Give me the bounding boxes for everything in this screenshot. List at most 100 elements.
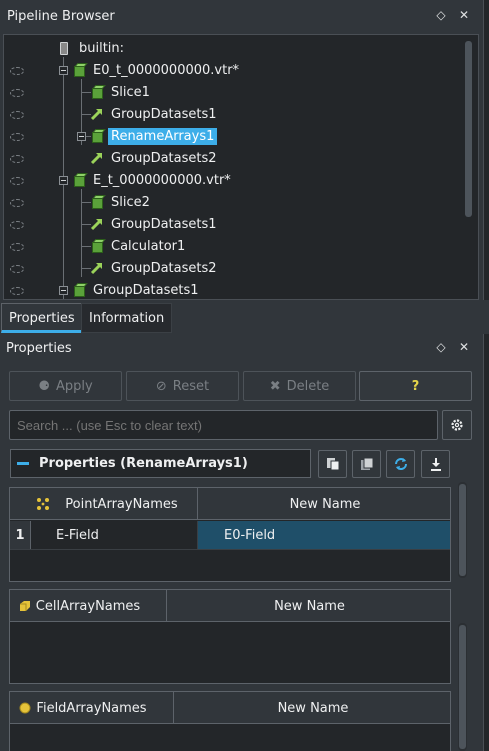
table-scrollbar[interactable] <box>458 623 467 751</box>
window-edge <box>483 582 489 751</box>
tree-item-label: Slice1 <box>111 84 150 100</box>
data-cube-icon <box>72 283 88 297</box>
column-header-new-name[interactable]: New Name <box>198 488 450 520</box>
column-header-label: FieldArrayNames <box>36 700 147 716</box>
data-cube-icon <box>90 239 106 253</box>
download-icon <box>430 458 441 471</box>
pipeline-browser-titlebar: Pipeline Browser ◇ ✕ <box>0 0 483 34</box>
tree-item-label: RenameArrays1 <box>108 127 218 145</box>
close-panel-icon[interactable]: ✕ <box>457 340 471 354</box>
tree-item-filter[interactable]: Slice1 <box>90 81 153 103</box>
tree-item-filter[interactable]: Calculator1 <box>90 235 188 257</box>
help-button[interactable]: ? <box>359 371 472 401</box>
column-header-new-name[interactable]: New Name <box>174 692 450 724</box>
window-edge <box>483 334 489 582</box>
reset-button[interactable]: ⊘ Reset <box>126 371 239 401</box>
tree-item-filter[interactable]: GroupDatasets1 <box>72 279 202 299</box>
data-cube-icon <box>90 129 106 143</box>
eye-icon[interactable] <box>10 89 24 97</box>
eye-icon[interactable] <box>10 111 24 119</box>
data-cube-icon <box>90 195 106 209</box>
column-header-label: CellArrayNames <box>35 598 141 614</box>
reload-button[interactable] <box>386 450 415 478</box>
row-number[interactable]: 1 <box>10 521 31 549</box>
eye-icon[interactable] <box>10 265 24 273</box>
pipeline-browser-title: Pipeline Browser <box>7 9 115 24</box>
column-header-field-array-names[interactable]: FieldArrayNames <box>10 692 174 724</box>
vertical-scrollbar[interactable] <box>465 41 472 217</box>
column-header-new-name[interactable]: New Name <box>167 590 450 622</box>
delete-button[interactable]: ✖ Delete <box>243 371 356 401</box>
tree-item-filter[interactable]: Slice2 <box>90 191 153 213</box>
close-panel-icon[interactable]: ✕ <box>457 8 471 22</box>
cell-data-icon <box>20 601 30 611</box>
apply-button[interactable]: ⚈ Apply <box>9 371 122 401</box>
tree-item-filter-selected[interactable]: RenameArrays1 <box>90 125 218 147</box>
filter-arrow-icon <box>90 262 103 275</box>
table-scrollbar[interactable] <box>458 482 467 578</box>
tree-item-label: GroupDatasets1 <box>93 282 199 298</box>
copy-icon <box>326 458 339 471</box>
tab-information[interactable]: Information <box>81 303 173 333</box>
copy-button[interactable] <box>318 450 347 478</box>
table-cell-array-name[interactable]: E-Field <box>31 521 198 549</box>
tree-item-filter[interactable]: GroupDatasets2 <box>90 257 220 279</box>
properties-section-header[interactable]: Properties (RenameArrays1) <box>10 449 311 478</box>
paste-icon <box>360 457 373 470</box>
server-icon <box>58 41 68 55</box>
row-divider <box>10 549 450 550</box>
eye-icon[interactable] <box>10 287 24 295</box>
collapse-toggle[interactable] <box>59 176 68 185</box>
eye-icon[interactable] <box>10 133 24 141</box>
tree-item-source[interactable]: E0_t_0000000000.vtr* <box>72 59 242 81</box>
tab-properties[interactable]: Properties <box>1 303 83 333</box>
eye-icon[interactable] <box>10 155 24 163</box>
tree-item-builtin[interactable]: builtin: <box>58 37 127 59</box>
cell-array-names-table[interactable]: CellArrayNames New Name <box>9 589 451 684</box>
collapse-toggle[interactable] <box>77 132 86 141</box>
data-cube-icon <box>90 85 106 99</box>
save-defaults-button[interactable] <box>421 450 450 478</box>
eye-icon[interactable] <box>10 221 24 229</box>
reset-button-label: Reset <box>172 378 210 394</box>
table-cell-new-name[interactable]: E0-Field <box>198 521 450 549</box>
float-panel-icon[interactable]: ◇ <box>434 8 448 22</box>
tree-item-filter[interactable]: GroupDatasets1 <box>90 103 220 125</box>
gear-icon <box>451 419 463 431</box>
section-title: Properties (RenameArrays1) <box>39 456 248 471</box>
point-array-names-table[interactable]: PointArrayNames New Name 1 E-Field E0-Fi… <box>9 487 451 582</box>
data-cube-icon <box>72 63 88 77</box>
field-array-names-table[interactable]: FieldArrayNames New Name <box>9 691 451 751</box>
eye-icon[interactable] <box>10 177 24 185</box>
tree-item-filter[interactable]: GroupDatasets1 <box>90 213 220 235</box>
collapse-toggle[interactable] <box>59 66 68 75</box>
paste-button[interactable] <box>352 450 381 478</box>
column-header-label: New Name <box>289 496 361 512</box>
tree-item-label: Slice2 <box>111 194 150 210</box>
reload-icon <box>394 458 407 470</box>
column-header-cell-array-names[interactable]: CellArrayNames <box>10 590 167 622</box>
point-data-icon <box>37 498 49 510</box>
tree-item-label: GroupDatasets1 <box>111 106 217 122</box>
column-header-label: New Name <box>277 700 349 716</box>
column-header-label: New Name <box>274 598 345 614</box>
panel-tabbar: Properties Information <box>0 303 489 333</box>
delete-icon: ✖ <box>269 378 281 394</box>
tree-item-label: E0_t_0000000000.vtr* <box>93 62 240 78</box>
apply-button-label: Apply <box>55 378 93 394</box>
advanced-settings-button[interactable] <box>442 410 472 440</box>
eye-icon[interactable] <box>10 67 24 75</box>
filter-arrow-icon <box>90 108 103 121</box>
eye-icon[interactable] <box>10 199 24 207</box>
search-input[interactable] <box>9 410 438 440</box>
column-header-point-array-names[interactable]: PointArrayNames <box>10 488 198 520</box>
collapse-toggle[interactable] <box>59 286 68 295</box>
apply-icon: ⚈ <box>38 378 50 394</box>
tree-item-filter[interactable]: GroupDatasets2 <box>90 147 220 169</box>
reset-icon: ⊘ <box>155 378 167 394</box>
float-panel-icon[interactable]: ◇ <box>434 340 448 354</box>
pipeline-tree[interactable]: builtin: E0_t_0000000000.vtr* Slice1 Gro… <box>3 34 479 300</box>
tree-item-label: builtin: <box>79 40 125 56</box>
tree-item-source[interactable]: E_t_0000000000.vtr* <box>72 169 234 191</box>
eye-icon[interactable] <box>10 243 24 251</box>
